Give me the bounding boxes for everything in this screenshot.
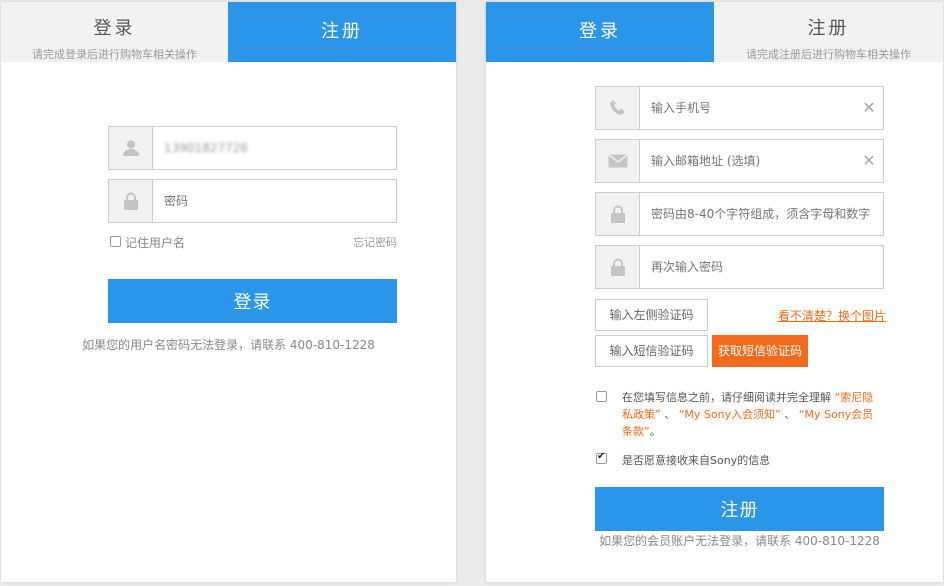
agree-terms-text: 在您填写信息之前，请仔细阅读并完全理解 “索尼隐私政策” 、 “My Sony入… (622, 389, 882, 440)
password-field (108, 179, 397, 223)
agree-terms-checkbox[interactable] (596, 391, 607, 402)
phone-icon (596, 87, 640, 129)
confirm-password-input[interactable] (651, 246, 871, 288)
newsletter-checkbox[interactable] (596, 451, 607, 464)
remember-label: 记住用户名 (125, 236, 186, 250)
remember-checkbox[interactable] (110, 236, 121, 247)
register-password-field (595, 192, 884, 236)
register-button[interactable]: 注册 (595, 487, 884, 531)
agree-separator-1: 、 (664, 408, 676, 421)
username-input[interactable] (164, 127, 384, 169)
mail-icon (596, 140, 640, 182)
phone-field: ✕ (595, 86, 884, 130)
refresh-captcha-link[interactable]: 看不清楚？换个图片 (778, 307, 886, 324)
register-password-input[interactable] (651, 193, 876, 235)
login-panel: 登录 请完成登录后进行购物车相关操作 注册 记住用户名 忘记密码 登录 如果您的… (1, 2, 456, 582)
tab-login-subtitle: 请完成登录后进行购物车相关操作 (32, 48, 197, 61)
tab-register-title: 注册 (321, 21, 363, 42)
login-help-text: 如果您的用户名密码无法登录，请联系 400-810-1228 (82, 338, 375, 352)
agree-separator-2: 、 (784, 408, 796, 421)
register-help-text: 如果您的会员账户无法登录，请联系 400-810-1228 (599, 534, 880, 548)
tab-register[interactable]: 注册 (228, 2, 456, 62)
user-icon (109, 127, 153, 169)
confirm-password-field (595, 245, 884, 289)
lock-icon (596, 246, 640, 288)
login-tabs: 登录 请完成登录后进行购物车相关操作 注册 (1, 2, 456, 62)
newsletter-label: 是否愿意接收来自Sony的信息 (622, 454, 771, 467)
clear-phone-icon[interactable]: ✕ (861, 99, 877, 117)
get-sms-code-button[interactable]: 获取短信验证码 (712, 335, 808, 367)
clear-email-icon[interactable]: ✕ (861, 152, 877, 170)
email-field: ✕ (595, 139, 884, 183)
sms-code-input[interactable]: 输入短信验证码 (595, 335, 708, 367)
forgot-password-link[interactable]: 忘记密码 (353, 234, 397, 250)
tab-login-title: 登录 (93, 18, 136, 39)
tab-register[interactable]: 注册 请完成注册后进行购物车相关操作 (714, 2, 943, 62)
tab-register-title: 注册 (807, 18, 850, 39)
agree-end: 。 (649, 425, 661, 438)
tab-login[interactable]: 登录 请完成登录后进行购物车相关操作 (1, 2, 228, 62)
captcha-input[interactable]: 输入左侧验证码 (595, 299, 708, 331)
username-field (108, 126, 397, 170)
agree-prefix: 在您填写信息之前，请仔细阅读并完全理解 (622, 391, 831, 404)
tab-login[interactable]: 登录 (486, 2, 714, 62)
membership-notice-link[interactable]: “My Sony入会须知” (679, 408, 781, 421)
lock-icon (596, 193, 640, 235)
tab-register-subtitle: 请完成注册后进行购物车相关操作 (746, 48, 911, 61)
password-input[interactable] (164, 180, 384, 222)
tab-login-title: 登录 (579, 21, 621, 42)
register-tabs: 登录 注册 请完成注册后进行购物车相关操作 (486, 2, 943, 62)
register-panel: 登录 注册 请完成注册后进行购物车相关操作 ✕ ✕ 输入左侧验证码 看不清楚？换… (486, 2, 943, 582)
email-input[interactable] (651, 140, 871, 182)
lock-icon (109, 180, 153, 222)
phone-input[interactable] (651, 87, 871, 129)
login-button[interactable]: 登录 (108, 279, 397, 323)
